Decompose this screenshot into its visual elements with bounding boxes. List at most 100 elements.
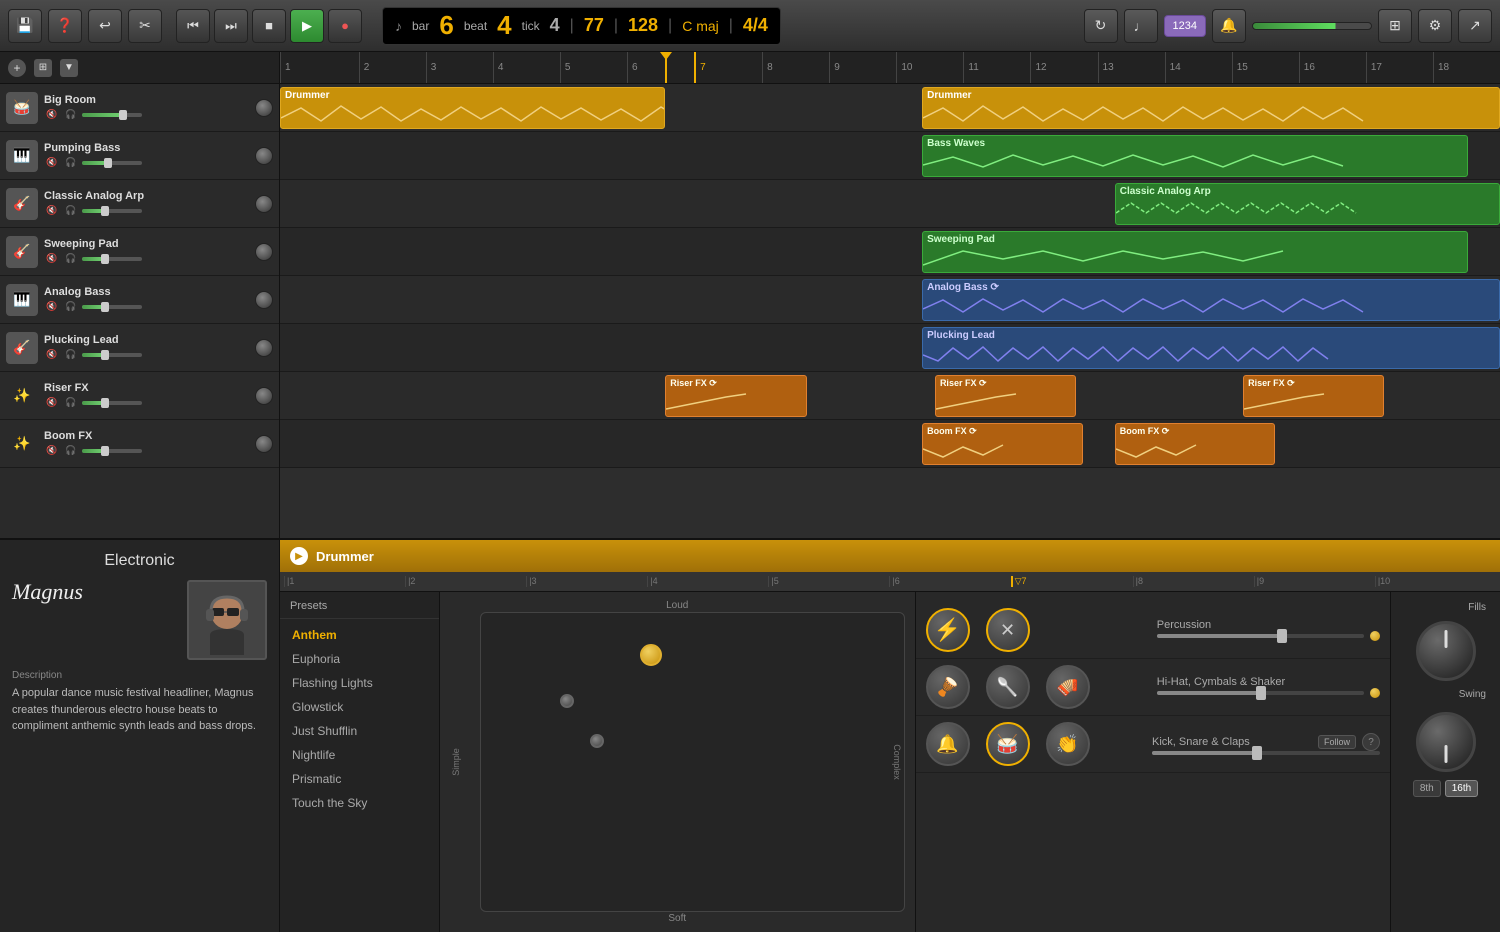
drum-icon-shaker[interactable]: 🥄	[986, 665, 1030, 709]
track-fader-riser-fx[interactable]	[82, 401, 142, 405]
clip-riser-fx-2[interactable]: Riser FX ⟳	[935, 375, 1076, 417]
track-mute-riser-fx[interactable]: 🔇	[44, 396, 59, 409]
track-volume-knob-classic-analog[interactable]	[255, 195, 273, 213]
track-item[interactable]: 🥁 Big Room 🔇 🎧	[0, 84, 279, 132]
fills-knob[interactable]	[1416, 621, 1476, 681]
track-headphone-classic-analog[interactable]: 🎧	[63, 204, 78, 217]
tracks-view-toggle[interactable]: ⊞	[34, 59, 52, 77]
settings-button[interactable]: ⚙	[1418, 9, 1452, 43]
record-button[interactable]: ●	[328, 9, 362, 43]
track-mute-boom-fx[interactable]: 🔇	[44, 444, 59, 457]
add-track-button[interactable]: +	[8, 59, 26, 77]
play-button[interactable]: ▶	[290, 9, 324, 43]
preset-item-touch-the-sky[interactable]: Touch the Sky	[280, 791, 439, 815]
clip-plucking-lead[interactable]: Plucking Lead	[922, 327, 1500, 369]
percussion-slider[interactable]	[1157, 634, 1364, 638]
cycle-button[interactable]: ↻	[1084, 9, 1118, 43]
drum-pad-dot[interactable]	[560, 694, 574, 708]
track-headphone-sweeping-pad[interactable]: 🎧	[63, 252, 78, 265]
preset-item-just-shufflin[interactable]: Just Shufflin	[280, 719, 439, 743]
track-volume-knob-riser-fx[interactable]	[255, 387, 273, 405]
notifications-button[interactable]: 🔔	[1212, 9, 1246, 43]
swing-knob[interactable]	[1416, 712, 1476, 772]
preset-item-euphoria[interactable]: Euphoria	[280, 647, 439, 671]
track-headphone-big-room[interactable]: 🎧	[63, 108, 78, 121]
track-item[interactable]: 🎸 Sweeping Pad 🔇 🎧	[0, 228, 279, 276]
clip-sweeping-pad[interactable]: Sweeping Pad	[922, 231, 1468, 273]
track-volume-knob-big-room[interactable]	[255, 99, 273, 117]
tracks-filter-button[interactable]: ▼	[60, 59, 78, 77]
track-fader-plucking-lead[interactable]	[82, 353, 142, 357]
preset-item-nightlife[interactable]: Nightlife	[280, 743, 439, 767]
help-button[interactable]: ❓	[48, 9, 82, 43]
track-mute-plucking-lead[interactable]: 🔇	[44, 348, 59, 361]
drum-icon-snare[interactable]: 🥁	[986, 722, 1030, 766]
track-item[interactable]: 🎹 Analog Bass 🔇 🎧	[0, 276, 279, 324]
drum-icon-cymbal[interactable]: 🪗	[1046, 665, 1090, 709]
clip-boom-fx-1[interactable]: Boom FX ⟳	[922, 423, 1083, 465]
metronome-button[interactable]: ♩	[1124, 9, 1158, 43]
clip-boom-fx-2[interactable]: Boom FX ⟳	[1115, 423, 1276, 465]
rewind-button[interactable]: ⏮	[176, 9, 210, 43]
master-volume-slider[interactable]	[1252, 22, 1372, 30]
clip-riser-fx-3[interactable]: Riser FX ⟳	[1243, 375, 1384, 417]
track-fader-big-room[interactable]	[82, 113, 142, 117]
track-headphone-analog-bass[interactable]: 🎧	[63, 300, 78, 313]
stop-button[interactable]: ■	[252, 9, 286, 43]
track-item[interactable]: 🎹 Pumping Bass 🔇 🎧	[0, 132, 279, 180]
clip-drummer-2[interactable]: Drummer	[922, 87, 1500, 129]
track-item[interactable]: ✨ Boom FX 🔇 🎧	[0, 420, 279, 468]
track-fader-analog-bass[interactable]	[82, 305, 142, 309]
share-button[interactable]: ↗	[1458, 9, 1492, 43]
track-mute-classic-analog[interactable]: 🔇	[44, 204, 59, 217]
clip-analog-bass[interactable]: Analog Bass ⟳	[922, 279, 1500, 321]
drum-icon-kick[interactable]: 🔔	[926, 722, 970, 766]
drum-icon-hihat[interactable]: 🪘	[926, 665, 970, 709]
track-fader-sweeping-pad[interactable]	[82, 257, 142, 261]
track-volume-knob-plucking-lead[interactable]	[255, 339, 273, 357]
note-8th-button[interactable]: 8th	[1413, 780, 1441, 797]
track-volume-knob-analog-bass[interactable]	[255, 291, 273, 309]
track-fader-classic-analog[interactable]	[82, 209, 142, 213]
track-mute-pumping-bass[interactable]: 🔇	[44, 156, 59, 169]
track-volume-knob-boom-fx[interactable]	[255, 435, 273, 453]
track-headphone-boom-fx[interactable]: 🎧	[63, 444, 78, 457]
playhead[interactable]	[665, 52, 667, 83]
preset-item-anthem[interactable]: Anthem	[280, 623, 439, 647]
track-mute-sweeping-pad[interactable]: 🔇	[44, 252, 59, 265]
track-headphone-pumping-bass[interactable]: 🎧	[63, 156, 78, 169]
track-item[interactable]: 🎸 Classic Analog Arp 🔇 🎧	[0, 180, 279, 228]
undo-button[interactable]: ↩	[88, 9, 122, 43]
preset-item-flashing-lights[interactable]: Flashing Lights	[280, 671, 439, 695]
track-volume-knob-pumping-bass[interactable]	[255, 147, 273, 165]
save-button[interactable]: 💾	[8, 9, 42, 43]
track-mute-big-room[interactable]: 🔇	[44, 108, 59, 121]
track-fader-boom-fx[interactable]	[82, 449, 142, 453]
clip-bass-waves[interactable]: Bass Waves	[922, 135, 1468, 177]
drum-icon-lightning[interactable]: ⚡	[926, 608, 970, 652]
hihat-slider[interactable]	[1157, 691, 1364, 695]
drum-icon-sticks[interactable]: ✕	[986, 608, 1030, 652]
kick-slider[interactable]	[1152, 751, 1380, 755]
track-item[interactable]: 🎸 Plucking Lead 🔇 🎧	[0, 324, 279, 372]
track-volume-knob-sweeping-pad[interactable]	[255, 243, 273, 261]
clip-drummer-1[interactable]: Drummer	[280, 87, 665, 129]
track-fader-pumping-bass[interactable]	[82, 161, 142, 165]
track-mute-analog-bass[interactable]: 🔇	[44, 300, 59, 313]
mixer-button[interactable]: ⊞	[1378, 9, 1412, 43]
fastforward-button[interactable]: ⏭	[214, 9, 248, 43]
preset-item-glowstick[interactable]: Glowstick	[280, 695, 439, 719]
drum-icon-clap[interactable]: 👏	[1046, 722, 1090, 766]
clip-riser-fx-1[interactable]: Riser FX ⟳	[665, 375, 806, 417]
cut-button[interactable]: ✂	[128, 9, 162, 43]
drum-pad-active-dot[interactable]	[640, 644, 662, 666]
follow-button[interactable]: Follow	[1318, 735, 1356, 749]
preset-item-prismatic[interactable]: Prismatic	[280, 767, 439, 791]
track-headphone-riser-fx[interactable]: 🎧	[63, 396, 78, 409]
note-16th-button[interactable]: 16th	[1445, 780, 1478, 797]
drum-pad-dot[interactable]	[590, 734, 604, 748]
track-item[interactable]: ✨ Riser FX 🔇 🎧	[0, 372, 279, 420]
kick-help-icon[interactable]: ?	[1362, 733, 1380, 751]
clip-classic-analog-arp[interactable]: Classic Analog Arp	[1115, 183, 1500, 225]
track-headphone-plucking-lead[interactable]: 🎧	[63, 348, 78, 361]
